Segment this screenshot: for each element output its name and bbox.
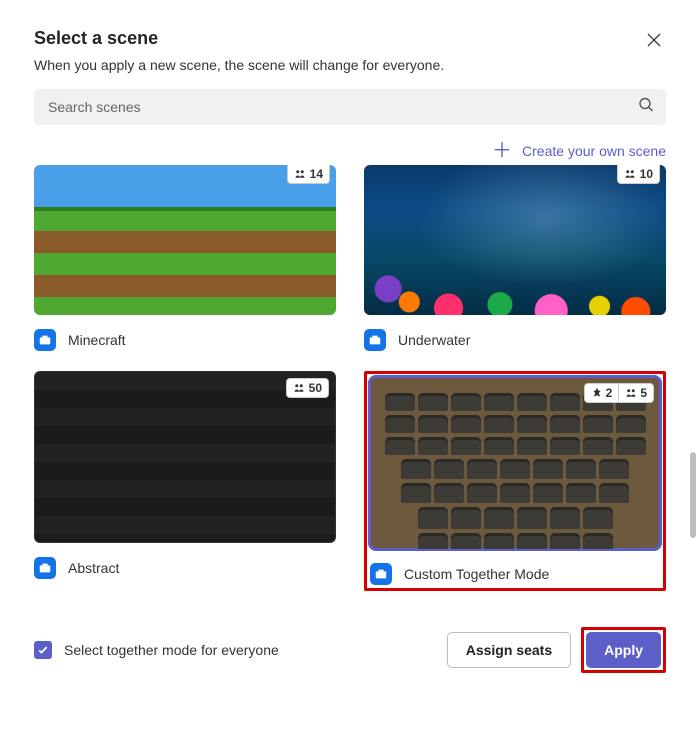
seat-badge: 50 [286,378,329,398]
dialog-subtitle: When you apply a new scene, the scene wi… [34,57,444,73]
together-mode-checkbox[interactable] [34,641,52,659]
scene-label: Custom Together Mode [404,566,549,582]
pin-icon [591,387,603,399]
close-icon [646,32,662,48]
scene-thumb[interactable]: 10 [364,165,666,315]
select-scene-dialog: Select a scene When you apply a new scen… [0,0,700,701]
seat-badge: 10 [617,165,660,184]
scene-card-abstract: 50 Abstract [34,371,336,591]
people-icon [293,382,305,394]
people-icon [624,168,636,180]
scene-label: Minecraft [68,332,126,348]
scene-grid: 14 Minecraft 10 Underwate [34,171,666,591]
search-input[interactable] [34,89,666,125]
scene-card-custom-together: 2 5 Custom Together Mode [364,371,666,591]
people-icon [625,387,637,399]
checkmark-icon [37,644,49,656]
scene-thumb[interactable]: 2 5 [370,377,660,549]
checkbox-label: Select together mode for everyone [64,642,279,658]
apply-button[interactable]: Apply [586,632,661,668]
scene-badge-icon [34,557,56,579]
search-icon [638,97,654,118]
plus-icon: ＋ [492,141,512,161]
scene-label: Abstract [68,560,119,576]
create-scene-label: Create your own scene [522,143,666,159]
scrollbar-thumb[interactable] [690,452,696,538]
dialog-header: Select a scene When you apply a new scen… [34,28,666,73]
scene-badge-icon [34,329,56,351]
assign-seats-button[interactable]: Assign seats [447,632,571,668]
scene-thumb[interactable]: 50 [34,371,336,543]
create-scene-link[interactable]: ＋ Create your own scene [492,141,666,161]
scene-card-minecraft: 14 Minecraft [34,165,336,351]
scene-badge-icon [370,563,392,585]
search-field [34,89,666,125]
people-icon [294,168,306,180]
scene-badge-icon [364,329,386,351]
seat-badge: 14 [287,165,330,184]
scene-thumb[interactable]: 14 [34,165,336,315]
close-button[interactable] [642,28,666,57]
dialog-footer: Select together mode for everyone Assign… [34,627,666,673]
scene-card-underwater: 10 Underwater [364,165,666,351]
dialog-title: Select a scene [34,28,444,49]
seat-badge-pair: 2 5 [584,383,654,403]
auditorium-seats [384,393,646,549]
scene-label: Underwater [398,332,470,348]
